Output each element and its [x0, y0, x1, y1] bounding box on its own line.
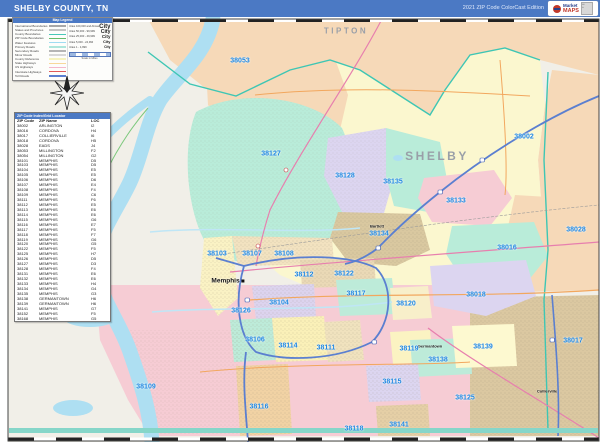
legend-line-sample: [49, 34, 66, 36]
legend-box: Map Legend International BoundariesState…: [12, 17, 113, 81]
legend-line-sample: [49, 58, 66, 60]
compass-rose-icon: [50, 76, 84, 115]
scale-bar: [69, 52, 111, 57]
legend-city-item: Cities 1 - 4,999City: [69, 45, 111, 50]
page-title: SHELBY COUNTY, TN: [14, 3, 109, 13]
legend-line-sample: [49, 38, 66, 40]
edition-label: 2021 ZIP Code ColorCast Edition: [463, 5, 544, 11]
legend-line-sample: [49, 46, 66, 48]
legend-line-sample: [49, 67, 66, 69]
legend-line-sample: [49, 50, 66, 52]
map-page: TIPTONSHELBYMemphisBartlettGermantownCol…: [0, 0, 600, 442]
zip-index-table: ZIP Code Index/Grid Locator ZIP CodeZIP …: [14, 112, 111, 322]
legend-line-sample: [49, 29, 66, 31]
legend-line-sample: [49, 54, 66, 56]
legend-line-sample: [49, 25, 66, 27]
scale-bar-label: Scale in Miles: [69, 57, 111, 60]
logo-seal-icon: ▪▪▪▪▪: [581, 2, 593, 15]
legend-line-sample: [49, 71, 66, 73]
publisher-logo: MarketMAPS ▪▪▪▪▪: [548, 1, 598, 16]
title-bar: SHELBY COUNTY, TN 2021 ZIP Code ColorCas…: [0, 0, 600, 17]
legend-city-items: Cities 100,000 and AboveCityCities 50,00…: [67, 23, 113, 78]
logo-globe-icon: [553, 5, 561, 13]
legend-line-sample: [49, 63, 66, 65]
legend-line-items: International BoundariesStates and Provi…: [13, 23, 67, 78]
legend-line-sample: [49, 42, 66, 44]
table-row: 38168MEMPHISG5: [15, 317, 110, 322]
logo-wordmark: MarketMAPS: [563, 4, 579, 13]
